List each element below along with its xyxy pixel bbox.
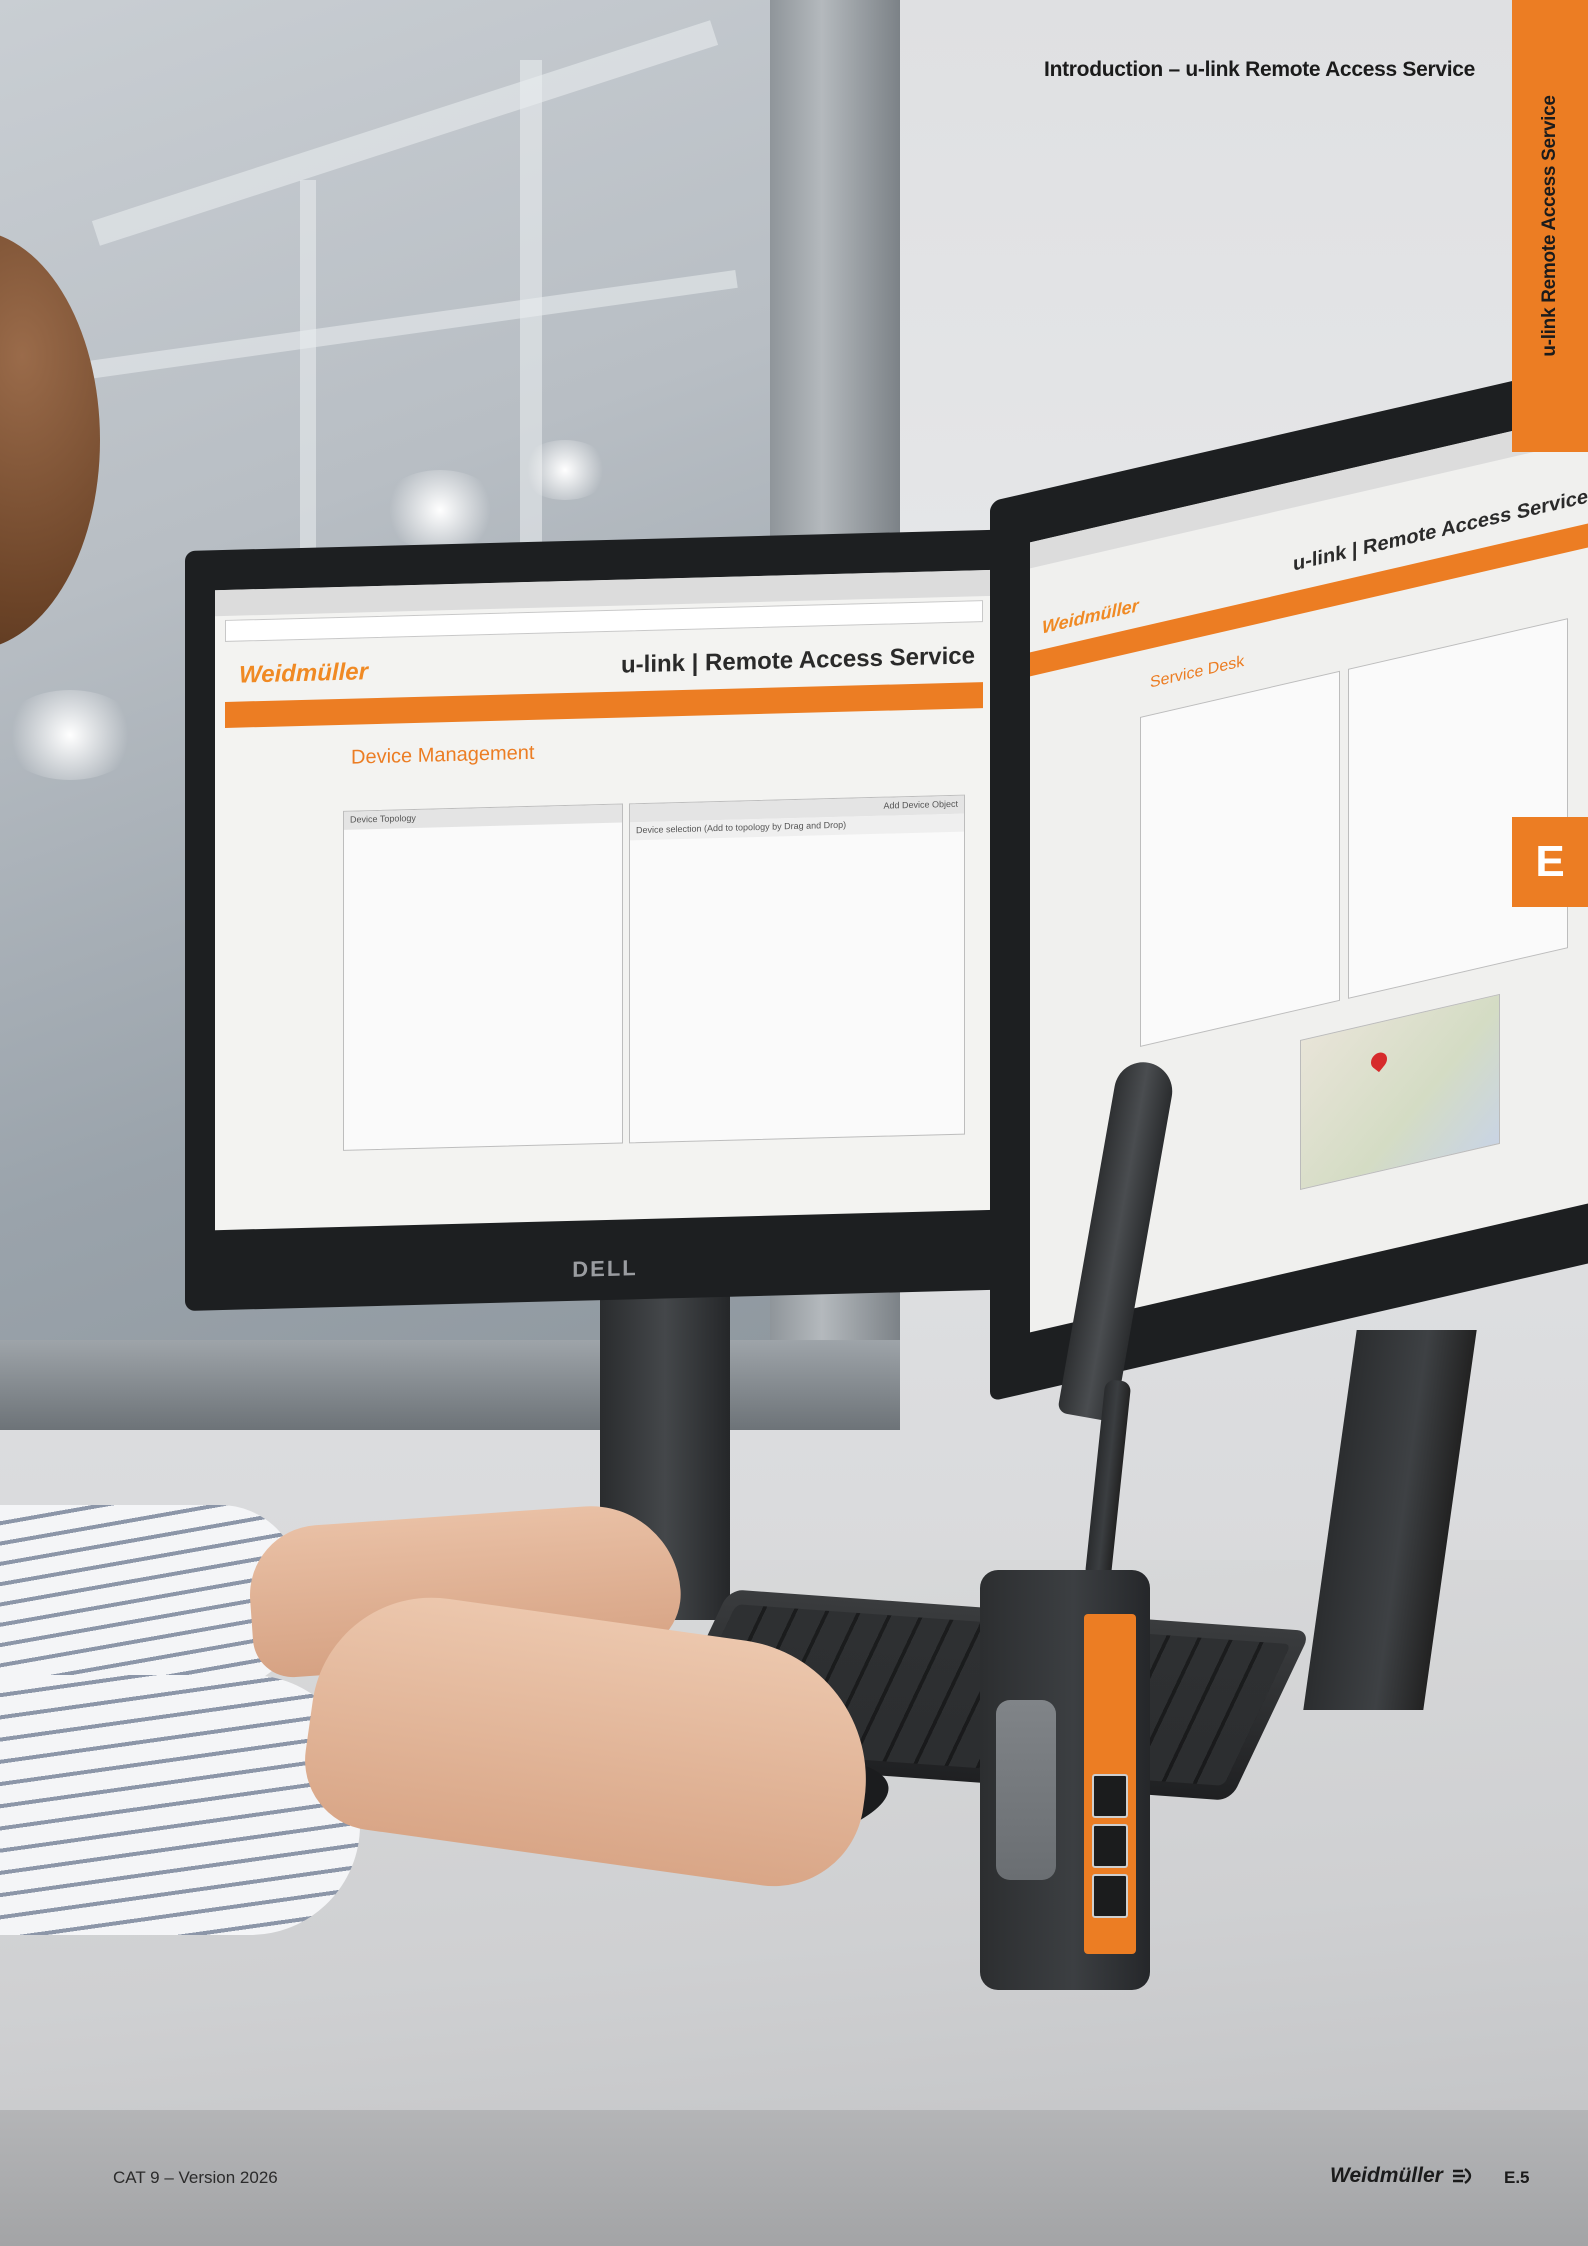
left-monitor-screen: Weidmüller u-link | Remote Access Servic…	[215, 569, 993, 1231]
screen-nav-bar	[225, 682, 983, 728]
map-pin-icon	[1367, 1049, 1391, 1073]
page-header-title: Introduction – u-link Remote Access Serv…	[1044, 58, 1475, 81]
window-sill	[0, 1340, 900, 1430]
topology-panel-header: Device Topology	[344, 804, 622, 830]
router-side-panel	[996, 1700, 1056, 1880]
ethernet-port-icon	[1092, 1774, 1128, 1818]
device-object-panel: Add Device Object Device selection (Add …	[629, 794, 965, 1144]
topology-panel: Device Topology	[343, 803, 623, 1151]
footer-brand-name: Weidmüller	[1330, 2164, 1443, 2187]
properties-panel	[1348, 618, 1568, 999]
device-tree-panel	[1140, 670, 1340, 1047]
screen-app-title: u-link | Remote Access Service	[621, 642, 975, 679]
footer-page-number: E.5	[1504, 2168, 1530, 2187]
section-side-tab[interactable]: u-link Remote Access Service	[1512, 0, 1588, 452]
router-front-strip	[1084, 1614, 1136, 1954]
catalogue-page: Weidmüller u-link | Remote Access Servic…	[0, 0, 1588, 2246]
right-monitor: Weidmüller u-link | Remote Access Servic…	[990, 358, 1588, 1402]
shirt-sleeve-right	[0, 1675, 360, 1935]
u-link-router	[980, 1570, 1150, 1990]
screen-page-heading: Device Management	[351, 741, 535, 769]
footer-brand-logo: Weidmüller	[1330, 2164, 1477, 2188]
screen-sidebar	[239, 757, 339, 760]
weidmuller-logo-icon	[1452, 2168, 1471, 2184]
section-side-tab-label: u-link Remote Access Service	[1539, 95, 1560, 357]
screen-logo: Weidmüller	[239, 658, 368, 689]
footer-catalogue-version: CAT 9 – Version 2026	[113, 2168, 278, 2187]
location-map	[1300, 993, 1500, 1190]
screen-page-heading: Service Desk	[1150, 652, 1245, 692]
monitor-brand: DELL	[572, 1255, 638, 1282]
left-monitor: Weidmüller u-link | Remote Access Servic…	[185, 529, 1025, 1311]
ethernet-port-icon	[1092, 1824, 1128, 1868]
section-letter: E	[1535, 837, 1565, 886]
section-letter-tab[interactable]: E	[1512, 817, 1588, 907]
ethernet-port-icon	[1092, 1874, 1128, 1918]
